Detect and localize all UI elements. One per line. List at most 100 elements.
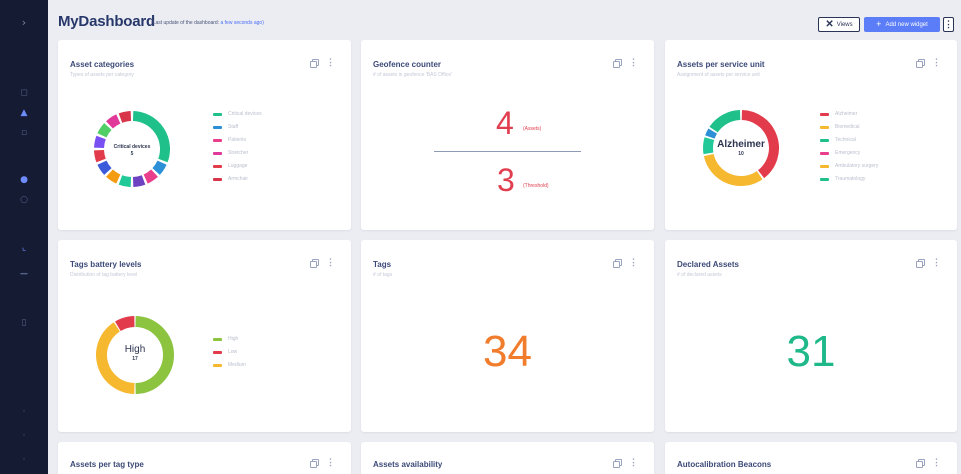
widget-tags-battery-levels: Tags battery levels Distribution of tag … — [58, 240, 351, 432]
legend-item[interactable]: Ambulatory surgery — [820, 163, 879, 169]
legend-item[interactable]: Critical devices — [213, 111, 262, 117]
geofence-assets-value: 4 — [496, 105, 514, 141]
legend-label: Stretcher — [228, 150, 249, 156]
kebab-menu-icon[interactable]: ⋮ — [629, 58, 638, 67]
legend-swatch — [213, 112, 222, 116]
legend-swatch — [213, 363, 222, 367]
legend-label: Medium — [228, 362, 246, 368]
add-widget-button[interactable]: + Add new widget — [864, 17, 940, 32]
donut-segment-4[interactable] — [118, 175, 132, 187]
donut-segment-1[interactable] — [703, 153, 763, 186]
widget-title: Autocalibration Beacons — [677, 460, 772, 469]
legend-item[interactable]: Luggage — [213, 163, 262, 169]
widget-subtitle: Types of assets per category — [70, 72, 134, 78]
kebab-menu-icon[interactable]: ⋮ — [326, 258, 335, 267]
copy-icon[interactable] — [310, 458, 319, 468]
donut-segment-3[interactable] — [132, 175, 146, 187]
donut-segment-5[interactable] — [106, 169, 121, 184]
last-update-text: (Last update of the dashboard: a few sec… — [151, 20, 264, 26]
help-icon[interactable]: · — [16, 428, 32, 444]
donut-segment-2[interactable] — [115, 316, 135, 332]
dashboard-header: MyDashboard (Last update of the dashboar… — [48, 0, 961, 38]
donut-center-label: High 17 — [95, 344, 175, 362]
widget-subtitle: Assignment of assets per service unit — [677, 72, 760, 78]
copy-icon[interactable] — [916, 58, 925, 68]
kebab-menu-icon[interactable]: ⋮ — [932, 458, 941, 467]
legend-label: Alzheimer — [835, 111, 858, 117]
copy-icon[interactable] — [613, 58, 622, 68]
chart-line-icon[interactable]: ⌞ — [16, 240, 32, 256]
legend-item[interactable]: Technical — [820, 137, 878, 143]
copy-icon[interactable] — [613, 258, 622, 268]
widget-autocalibration-beacons: Autocalibration Beacons ⋮ — [665, 442, 957, 474]
legend-item[interactable]: Armchair — [213, 176, 262, 182]
donut-segment-1[interactable] — [152, 160, 167, 175]
info-icon[interactable]: · — [16, 404, 32, 420]
legend-item[interactable]: Biomedical — [820, 124, 878, 130]
donut-center-value: 5 — [130, 151, 134, 157]
chart-bar-icon[interactable]: ▁ — [16, 262, 32, 278]
copy-icon[interactable] — [613, 458, 622, 468]
donut-center-category: Critical devices — [113, 144, 151, 150]
copy-icon[interactable] — [310, 258, 319, 268]
donut-segment-2[interactable] — [143, 169, 158, 184]
widget-title: Asset categories — [70, 60, 135, 69]
widget-tools: ⋮ — [613, 58, 638, 68]
location-icon[interactable]: ● — [16, 172, 32, 188]
geofence-assets-label: (Assets) — [523, 126, 542, 132]
widget-asset-categories: Asset categories Types of assets per cat… — [58, 40, 351, 230]
kebab-menu-icon[interactable]: ⋮ — [629, 258, 638, 267]
legend-item[interactable]: Patients — [213, 137, 262, 143]
legend-label: Ambulatory surgery — [835, 163, 879, 169]
legend-swatch — [213, 177, 222, 181]
kebab-menu-icon[interactable]: ⋮ — [932, 258, 941, 267]
donut-segment-6[interactable] — [97, 160, 112, 175]
settings-icon[interactable]: ○ — [16, 192, 32, 208]
donut-segment-3[interactable] — [705, 128, 718, 139]
legend-item[interactable]: Stretcher — [213, 150, 262, 156]
widget-subtitle: # of tags — [373, 272, 393, 278]
legend-swatch — [213, 350, 222, 354]
donut-center-label: Alzheimer 10 — [702, 139, 780, 157]
database-icon[interactable]: ▯ — [16, 315, 32, 331]
legend-item[interactable]: Staff — [213, 124, 262, 130]
legend-item[interactable]: Emergency — [820, 150, 878, 156]
users-icon[interactable]: ▲ — [16, 105, 32, 121]
copy-icon[interactable] — [916, 258, 925, 268]
legend-label: Traumatology — [835, 176, 866, 182]
geofence-divider — [434, 151, 581, 152]
kebab-menu-icon[interactable]: ⋮ — [629, 458, 638, 467]
kebab-menu-icon[interactable]: ⋮ — [326, 458, 335, 467]
legend-label: Critical devices — [228, 111, 262, 117]
legend-swatch — [213, 138, 222, 142]
legend-item[interactable]: Low — [213, 349, 246, 355]
close-icon: ✕ — [825, 18, 834, 30]
donut-segment-11[interactable] — [118, 111, 132, 123]
widget-tools: ⋮ — [310, 258, 335, 268]
copy-icon[interactable] — [310, 58, 319, 68]
views-button[interactable]: ✕ Views — [818, 17, 860, 32]
widget-assets-per-service-unit: Assets per service unit Assignment of as… — [665, 40, 957, 230]
legend-item[interactable]: High — [213, 336, 246, 342]
user-icon[interactable]: · — [16, 452, 32, 468]
donut-segment-4[interactable] — [709, 110, 741, 133]
legend-item[interactable]: Traumatology — [820, 176, 878, 182]
kebab-menu-icon[interactable]: ⋮ — [932, 58, 941, 67]
legend-item[interactable]: Medium — [213, 362, 246, 368]
donut-segment-9[interactable] — [97, 123, 112, 138]
kebab-menu-icon[interactable]: ⋮ — [326, 58, 335, 67]
legend-item[interactable]: Alzheimer — [820, 111, 878, 117]
legend-swatch — [820, 164, 829, 168]
more-options-button[interactable]: ⋮ — [943, 17, 954, 32]
copy-icon[interactable] — [916, 458, 925, 468]
expand-icon[interactable]: › — [16, 14, 32, 30]
widget-tools: ⋮ — [310, 58, 335, 68]
donut-center-value: 17 — [132, 356, 138, 362]
donut-segment-10[interactable] — [106, 114, 121, 129]
page-title: MyDashboard — [58, 13, 155, 30]
legend-label: Low — [228, 349, 238, 355]
tag-icon[interactable]: ▫ — [16, 125, 32, 141]
last-update-link[interactable]: a few seconds ago) — [221, 20, 264, 26]
widget-subtitle: # of assets in geofence 'BAS Office' — [373, 72, 453, 78]
home-icon[interactable]: ◻ — [16, 85, 32, 101]
